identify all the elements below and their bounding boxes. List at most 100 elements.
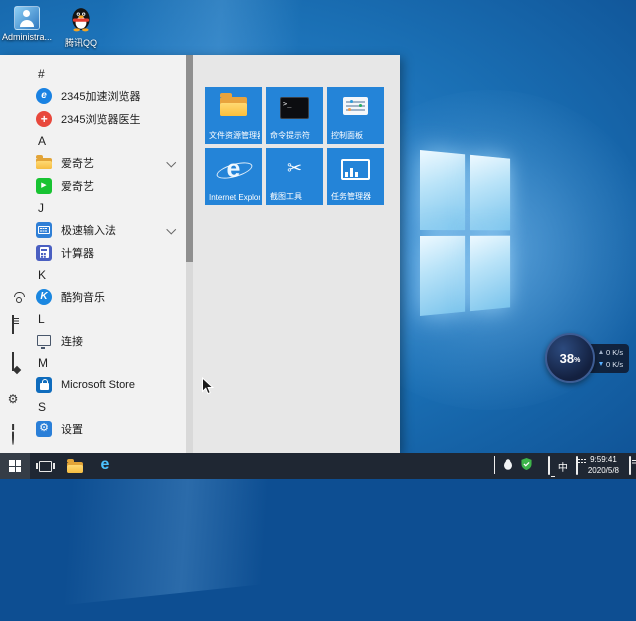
app-kugou-music[interactable]: K 酷狗音乐 (26, 285, 186, 308)
rail-settings-button[interactable]: ⚙ (8, 390, 19, 408)
windows-logo-pane (469, 154, 511, 231)
app-label: Microsoft Store (61, 378, 135, 391)
input-method-icon (36, 221, 52, 238)
tile-command-prompt[interactable]: >_ 命令提示符 (266, 87, 323, 144)
app-2345-browser[interactable]: e 2345加速浏览器 (26, 84, 186, 107)
taskbar: e 中 9:59:41 2020/5/8 (0, 453, 636, 479)
download-arrow-icon (599, 362, 603, 366)
system-tray: 中 9:59:41 2020/5/8 (489, 453, 636, 479)
section-letter: S (38, 399, 47, 414)
edge-button[interactable]: e (90, 453, 120, 479)
desktop-icon-label: 腾讯QQ (64, 38, 97, 48)
rail-documents-button[interactable] (11, 315, 14, 334)
upload-speed: 0 K/s (599, 348, 623, 357)
network-icon (547, 456, 550, 475)
section-header-a[interactable]: A (26, 130, 186, 151)
input-method-indicator[interactable]: 中 (558, 459, 568, 474)
chevron-down-icon (166, 224, 176, 235)
touch-keyboard-button[interactable] (575, 456, 578, 475)
app-iqiyi[interactable]: ▶ 爱奇艺 (26, 174, 186, 197)
tile-control-panel[interactable]: 控制面板 (327, 87, 384, 144)
network-speed-widget[interactable]: 38% 0 K/s 0 K/s (545, 333, 630, 383)
browser-doctor-icon: + (36, 110, 52, 127)
tile-snipping-tool[interactable]: ✂ 截图工具 (266, 148, 323, 205)
app-label: 极速输入法 (61, 224, 116, 237)
action-center-button[interactable] (629, 456, 631, 475)
folder-icon (67, 458, 83, 473)
upload-arrow-icon (599, 350, 603, 354)
start-menu: ⚙ # e 2345加速浏览器 + 2345浏览器医生 A 爱奇艺 ▶ 爱奇艺 … (0, 55, 400, 453)
control-panel-icon (327, 94, 384, 115)
edge-icon: e (100, 456, 110, 473)
tray-expand-button[interactable] (493, 456, 495, 475)
network-tray-button[interactable] (547, 456, 550, 475)
connect-icon (36, 333, 52, 349)
task-view-icon (35, 460, 55, 472)
start-tiles-panel: 文件资源管理器 >_ 命令提示符 控制面板 e Internet Explore… (193, 55, 400, 453)
app-list: # e 2345加速浏览器 + 2345浏览器医生 A 爱奇艺 ▶ 爱奇艺 J … (26, 55, 186, 453)
app-list-scrollbar[interactable] (186, 55, 193, 453)
rail-power-button[interactable] (11, 426, 14, 445)
app-label: 设置 (61, 423, 83, 436)
desktop-icon-administrator[interactable]: Administra... (2, 6, 52, 49)
app-label: 酷狗音乐 (61, 291, 105, 304)
scissors-icon: ✂ (286, 158, 303, 178)
section-letter: M (38, 355, 48, 370)
section-header-s[interactable]: S (26, 396, 186, 417)
tile-label: 任务管理器 (331, 192, 371, 201)
section-header-j[interactable]: J (26, 197, 186, 218)
folder-jisu-input-method[interactable]: 极速输入法 (26, 218, 186, 241)
memory-usage-ball[interactable]: 38% (545, 333, 595, 383)
task-view-button[interactable] (30, 453, 60, 479)
section-header-l[interactable]: L (26, 308, 186, 329)
command-prompt-icon: >_ (266, 94, 323, 119)
section-header-hash[interactable]: # (26, 63, 186, 84)
app-label: 2345浏览器医生 (61, 113, 141, 126)
windows-logo (420, 150, 511, 316)
scrollbar-thumb[interactable] (186, 55, 193, 262)
folder-iqiyi[interactable]: 爱奇艺 (26, 151, 186, 174)
taskbar-clock[interactable]: 9:59:41 2020/5/8 (586, 455, 621, 477)
desktop-icon-tencent-qq[interactable]: 腾讯QQ (56, 6, 106, 49)
file-explorer-button[interactable] (60, 453, 90, 479)
rail-pictures-button[interactable] (11, 352, 14, 371)
windows-logo-pane (420, 150, 466, 231)
security-shield-icon (521, 458, 532, 470)
tray-app-icon (503, 459, 512, 470)
app-label: 爱奇艺 (61, 157, 94, 170)
internet-explorer-icon: e (205, 155, 262, 183)
tile-grid: 文件资源管理器 >_ 命令提示符 控制面板 e Internet Explore… (205, 87, 400, 205)
chevron-up-icon (493, 456, 495, 474)
tile-task-manager[interactable]: 任务管理器 (327, 148, 384, 205)
windows-logo-icon (9, 460, 21, 472)
app-label: 2345加速浏览器 (61, 90, 141, 103)
tile-label: 截图工具 (270, 192, 302, 201)
section-header-k[interactable]: K (26, 264, 186, 285)
usage-percent: 38 (559, 350, 575, 366)
app-2345-browser-doctor[interactable]: + 2345浏览器医生 (26, 107, 186, 130)
download-speed: 0 K/s (599, 360, 623, 369)
tray-app-button[interactable] (503, 457, 513, 475)
windows-logo-pane (469, 235, 511, 312)
app-calculator[interactable]: 计算器 (26, 241, 186, 264)
section-letter: # (38, 66, 45, 81)
2345-browser-icon: e (36, 87, 52, 104)
section-letter: K (38, 267, 47, 282)
picture-icon (11, 352, 14, 371)
tile-internet-explorer[interactable]: e Internet Explorer (205, 148, 262, 205)
app-settings[interactable]: ⚙ 设置 (26, 417, 186, 440)
section-letter: J (38, 200, 44, 215)
clock-date: 2020/5/8 (587, 466, 619, 475)
app-microsoft-store[interactable]: Microsoft Store (26, 373, 186, 396)
tile-file-explorer[interactable]: 文件资源管理器 (205, 87, 262, 144)
chevron-down-icon (166, 157, 176, 168)
section-header-m[interactable]: M (26, 352, 186, 373)
gear-icon: ⚙ (7, 392, 19, 406)
microsoft-store-icon (36, 376, 52, 393)
start-button[interactable] (0, 453, 30, 479)
security-tray-button[interactable] (521, 457, 532, 475)
document-icon (11, 315, 14, 334)
settings-gear-icon: ⚙ (36, 420, 52, 437)
app-connect[interactable]: 连接 (26, 329, 186, 352)
rail-bottom-buttons: ⚙ (8, 297, 19, 445)
